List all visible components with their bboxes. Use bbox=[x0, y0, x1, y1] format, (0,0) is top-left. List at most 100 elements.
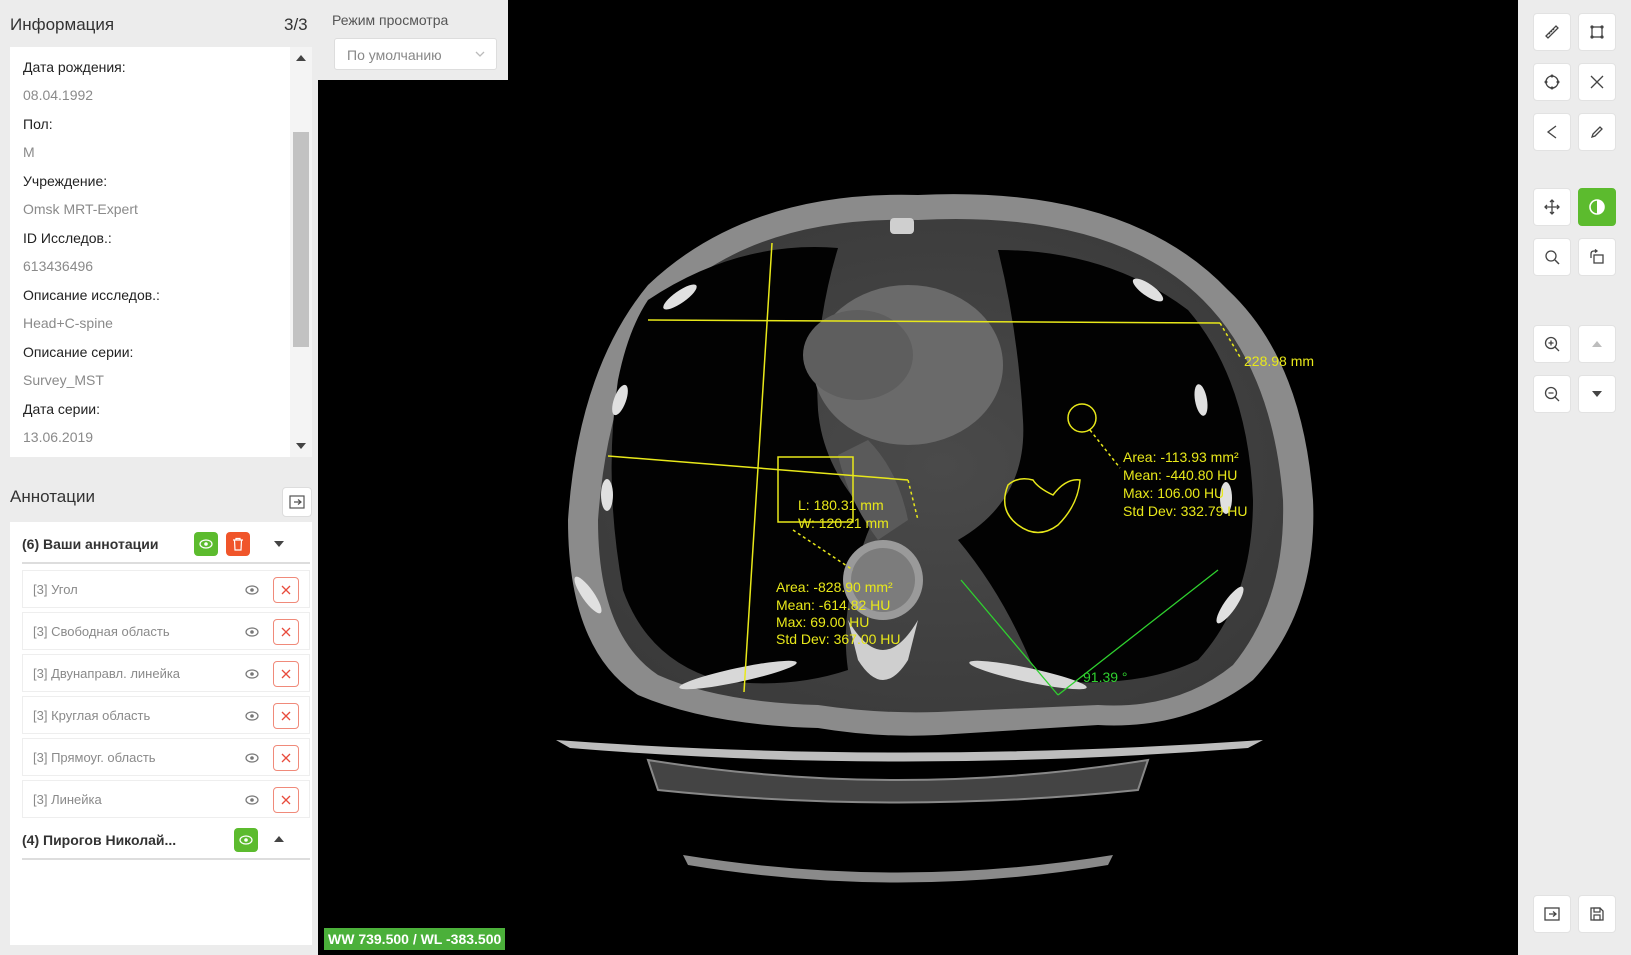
zoom-in-icon bbox=[1544, 336, 1560, 352]
contrast-tool-button[interactable] bbox=[1578, 188, 1616, 226]
close-icon[interactable] bbox=[273, 703, 299, 729]
annotation-group-title: (6) Ваши аннотации bbox=[22, 536, 159, 552]
info-value-study-desc: Head+C-spine bbox=[23, 315, 113, 331]
scroll-thumb[interactable] bbox=[293, 132, 309, 347]
eye-icon bbox=[239, 835, 253, 845]
view-mode-panel: Режим просмотра По умолчанию bbox=[318, 0, 508, 80]
ct-rib bbox=[601, 479, 613, 511]
scroll-up-button[interactable] bbox=[1578, 325, 1616, 363]
rect-roi-icon bbox=[1590, 25, 1604, 39]
ct-sternum bbox=[890, 218, 914, 234]
info-panel: Дата рождения: 08.04.1992 Пол: M Учрежде… bbox=[10, 47, 312, 457]
ellipse-mean-label: Mean: -440.80 HU bbox=[1123, 467, 1237, 483]
save-button[interactable] bbox=[1578, 895, 1616, 933]
pan-tool-button[interactable] bbox=[1533, 188, 1571, 226]
annotation-item[interactable]: [3] Прямоуг. область bbox=[22, 738, 310, 776]
ellipse-area-label: Area: -113.93 mm² bbox=[1123, 449, 1239, 465]
close-icon[interactable] bbox=[273, 619, 299, 645]
annotation-item[interactable]: [3] Двунаправл. линейка bbox=[22, 654, 310, 692]
bidirectional-icon bbox=[1590, 75, 1604, 89]
close-icon[interactable] bbox=[273, 787, 299, 813]
group-delete-button[interactable] bbox=[226, 532, 250, 556]
chevron-down-icon bbox=[475, 51, 485, 57]
angle-tool-button[interactable] bbox=[1533, 113, 1571, 151]
image-viewport[interactable]: 228.98 mm Area: -113.93 mm² Mean: -440.8… bbox=[318, 0, 1518, 955]
ellipse-stddev-label: Std Dev: 332.79 HU bbox=[1123, 503, 1248, 519]
annotations-panel: (6) Ваши аннотации [3] Угол [3] Свободна… bbox=[10, 522, 312, 945]
rect-area-label: Area: -828.90 mm² bbox=[776, 579, 893, 595]
annotation-item[interactable]: [3] Свободная область bbox=[22, 612, 310, 650]
ct-table-base bbox=[683, 855, 1113, 883]
info-label-study-id: ID Исследов.: bbox=[23, 230, 112, 246]
info-scrollbar[interactable] bbox=[290, 47, 312, 457]
annotation-item-label: [3] Угол bbox=[33, 582, 78, 597]
zoom-in-button[interactable] bbox=[1533, 325, 1571, 363]
info-value-series-date: 13.06.2019 bbox=[23, 429, 94, 445]
rotate-tool-button[interactable] bbox=[1578, 238, 1616, 276]
info-label-birthdate: Дата рождения: bbox=[23, 59, 126, 75]
info-panel-title: Информация bbox=[10, 15, 115, 34]
trash-icon bbox=[233, 537, 243, 551]
ruler-length-label: 228.98 mm bbox=[1244, 353, 1314, 369]
angle-icon bbox=[1546, 125, 1557, 139]
export-button[interactable] bbox=[1533, 895, 1571, 933]
annotation-group-header[interactable]: (4) Пирогов Николай... bbox=[22, 820, 310, 860]
ruler-tool-button[interactable] bbox=[1533, 13, 1571, 51]
annotation-item-label: [3] Линейка bbox=[33, 792, 102, 807]
annotation-item[interactable]: [3] Линейка bbox=[22, 780, 310, 818]
magnify-tool-button[interactable] bbox=[1533, 238, 1571, 276]
scroll-down-arrow-icon[interactable] bbox=[296, 443, 306, 449]
close-icon[interactable] bbox=[273, 577, 299, 603]
zoom-out-button[interactable] bbox=[1533, 375, 1571, 413]
close-icon[interactable] bbox=[273, 745, 299, 771]
eye-icon bbox=[199, 539, 213, 549]
ct-table bbox=[646, 758, 1150, 804]
view-mode-select[interactable]: По умолчанию bbox=[334, 38, 497, 70]
eye-icon[interactable] bbox=[241, 705, 263, 727]
group-visibility-button[interactable] bbox=[234, 828, 258, 852]
bidir-length-label: L: 180.31 mm bbox=[798, 497, 884, 513]
annotation-item[interactable]: [3] Угол bbox=[22, 570, 310, 608]
chevron-down-icon[interactable] bbox=[274, 541, 284, 547]
bidirectional-tool-button[interactable] bbox=[1578, 63, 1616, 101]
eye-icon[interactable] bbox=[241, 579, 263, 601]
pencil-icon bbox=[1590, 126, 1603, 139]
annotations-export-button[interactable] bbox=[282, 487, 312, 517]
bidir-width-label: W: 120.21 mm bbox=[798, 515, 889, 531]
export-icon bbox=[1544, 907, 1560, 921]
pencil-tool-button[interactable] bbox=[1578, 113, 1616, 151]
scroll-up-arrow-icon[interactable] bbox=[296, 55, 306, 61]
rect-roi-tool-button[interactable] bbox=[1578, 13, 1616, 51]
group-visibility-button[interactable] bbox=[194, 532, 218, 556]
magnify-icon bbox=[1545, 250, 1560, 265]
zoom-out-icon bbox=[1544, 386, 1560, 402]
contrast-icon bbox=[1589, 199, 1605, 215]
info-value-series-desc: Survey_MST bbox=[23, 372, 104, 388]
scroll-down-button[interactable] bbox=[1578, 375, 1616, 413]
export-icon bbox=[289, 495, 305, 509]
ellipse-roi-tool-button[interactable] bbox=[1533, 63, 1571, 101]
close-icon[interactable] bbox=[273, 661, 299, 687]
eye-icon[interactable] bbox=[241, 789, 263, 811]
eye-icon[interactable] bbox=[241, 747, 263, 769]
eye-icon[interactable] bbox=[241, 663, 263, 685]
chevron-up-icon[interactable] bbox=[274, 836, 284, 842]
eye-icon[interactable] bbox=[241, 621, 263, 643]
window-level-badge: WW 739.500 / WL -383.500 bbox=[324, 928, 506, 950]
view-mode-value: По умолчанию bbox=[347, 47, 442, 63]
rect-mean-label: Mean: -614.82 HU bbox=[776, 597, 890, 613]
left-panel: Информация 3/3 Дата рождения: 08.04.1992… bbox=[0, 0, 318, 955]
info-label-series-desc: Описание серии: bbox=[23, 344, 134, 360]
annotation-item-label: [3] Свободная область bbox=[33, 624, 170, 639]
info-value-study-id: 613436496 bbox=[23, 258, 94, 274]
info-label-sex: Пол: bbox=[23, 116, 53, 132]
annotation-group-header[interactable]: (6) Ваши аннотации bbox=[22, 524, 310, 564]
right-toolbar bbox=[1518, 0, 1631, 955]
info-panel-count: 3/3 bbox=[284, 15, 308, 34]
annotation-item-label: [3] Прямоуг. область bbox=[33, 750, 156, 765]
info-value-birthdate: 08.04.1992 bbox=[23, 87, 94, 103]
annotation-item[interactable]: [3] Круглая область bbox=[22, 696, 310, 734]
scroll-down-icon bbox=[1592, 391, 1602, 397]
ct-image[interactable]: 228.98 mm Area: -113.93 mm² Mean: -440.8… bbox=[318, 0, 1518, 955]
ellipse-roi-icon bbox=[1544, 74, 1560, 90]
